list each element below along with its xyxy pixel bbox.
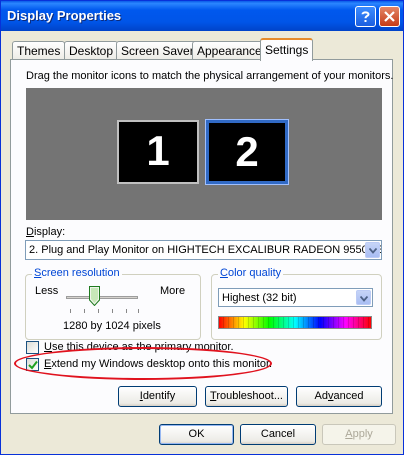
resolution-more-label: More <box>160 285 186 297</box>
ok-button[interactable]: OK <box>159 424 234 445</box>
resolution-slider-thumb[interactable] <box>89 286 101 307</box>
checkmark-icon <box>28 360 38 370</box>
color-quality-group: Color quality Highest (32 bit) <box>211 267 382 340</box>
primary-monitor-checkbox[interactable] <box>26 341 39 354</box>
troubleshoot-button[interactable]: Troubleshoot... <box>205 386 288 407</box>
slider-tick <box>84 309 85 313</box>
arrangement-instruction: Drag the monitor icons to match the phys… <box>26 70 394 82</box>
tab-strip: Themes Desktop Screen Saver Appearance S… <box>10 38 400 61</box>
question-icon <box>361 11 370 22</box>
slider-tick <box>98 309 99 313</box>
tab-themes[interactable]: Themes <box>12 41 66 60</box>
color-quality-select[interactable]: Highest (32 bit) <box>218 288 373 307</box>
slider-tick <box>70 309 71 313</box>
tab-desktop[interactable]: Desktop <box>64 41 119 60</box>
slider-tick <box>138 309 139 313</box>
window-title: Display Properties <box>7 8 122 23</box>
slider-tick <box>112 309 113 313</box>
color-quality-value: Highest (32 bit) <box>222 292 297 304</box>
monitor-1[interactable]: 1 <box>117 120 199 184</box>
close-icon <box>384 11 395 22</box>
slider-tick <box>126 309 127 313</box>
display-label: Display: <box>26 226 66 238</box>
resolution-value: 1280 by 1024 pixels <box>63 320 161 332</box>
chevron-down-icon <box>360 296 368 302</box>
display-select-value: 2. Plug and Play Monitor on HIGHTECH EXC… <box>29 244 382 256</box>
color-quality-title: Color quality <box>218 267 284 279</box>
display-properties-window: Display Properties Themes Desktop Screen… <box>0 0 404 455</box>
extend-desktop-checkbox[interactable] <box>26 358 39 371</box>
display-dropdown-button[interactable] <box>365 242 380 258</box>
resolution-less-label: Less <box>35 285 59 297</box>
title-bar[interactable]: Display Properties <box>1 1 403 31</box>
monitor-2[interactable]: 2 <box>205 119 289 185</box>
screen-resolution-group: Screen resolution Less More 1280 by 1024… <box>25 267 201 340</box>
cancel-button[interactable]: Cancel <box>240 424 316 445</box>
color-spectrum-bar <box>218 316 372 329</box>
extend-desktop-label[interactable]: Extend my Windows desktop onto this moni… <box>44 358 272 370</box>
close-button[interactable] <box>379 6 400 27</box>
screen-resolution-title: Screen resolution <box>32 267 122 279</box>
primary-monitor-label[interactable]: Use this device as the primary monitor. <box>44 341 234 353</box>
tab-screen-saver[interactable]: Screen Saver <box>116 41 199 60</box>
tab-appearance[interactable]: Appearance <box>192 41 267 60</box>
identify-button[interactable]: Identify <box>118 386 197 407</box>
settings-panel: Drag the monitor icons to match the phys… <box>10 59 393 414</box>
monitor-arrangement-area[interactable]: 1 2 <box>26 88 382 220</box>
slider-thumb-icon <box>89 286 101 307</box>
apply-button: Apply <box>322 424 396 445</box>
display-select[interactable]: 2. Plug and Play Monitor on HIGHTECH EXC… <box>25 240 382 260</box>
tab-settings[interactable]: Settings <box>260 38 314 61</box>
chevron-down-icon <box>369 248 377 254</box>
color-quality-dropdown-button[interactable] <box>356 290 371 305</box>
advanced-button[interactable]: Advanced <box>296 386 382 407</box>
resolution-slider-track[interactable] <box>66 296 138 299</box>
help-button[interactable] <box>355 6 376 27</box>
